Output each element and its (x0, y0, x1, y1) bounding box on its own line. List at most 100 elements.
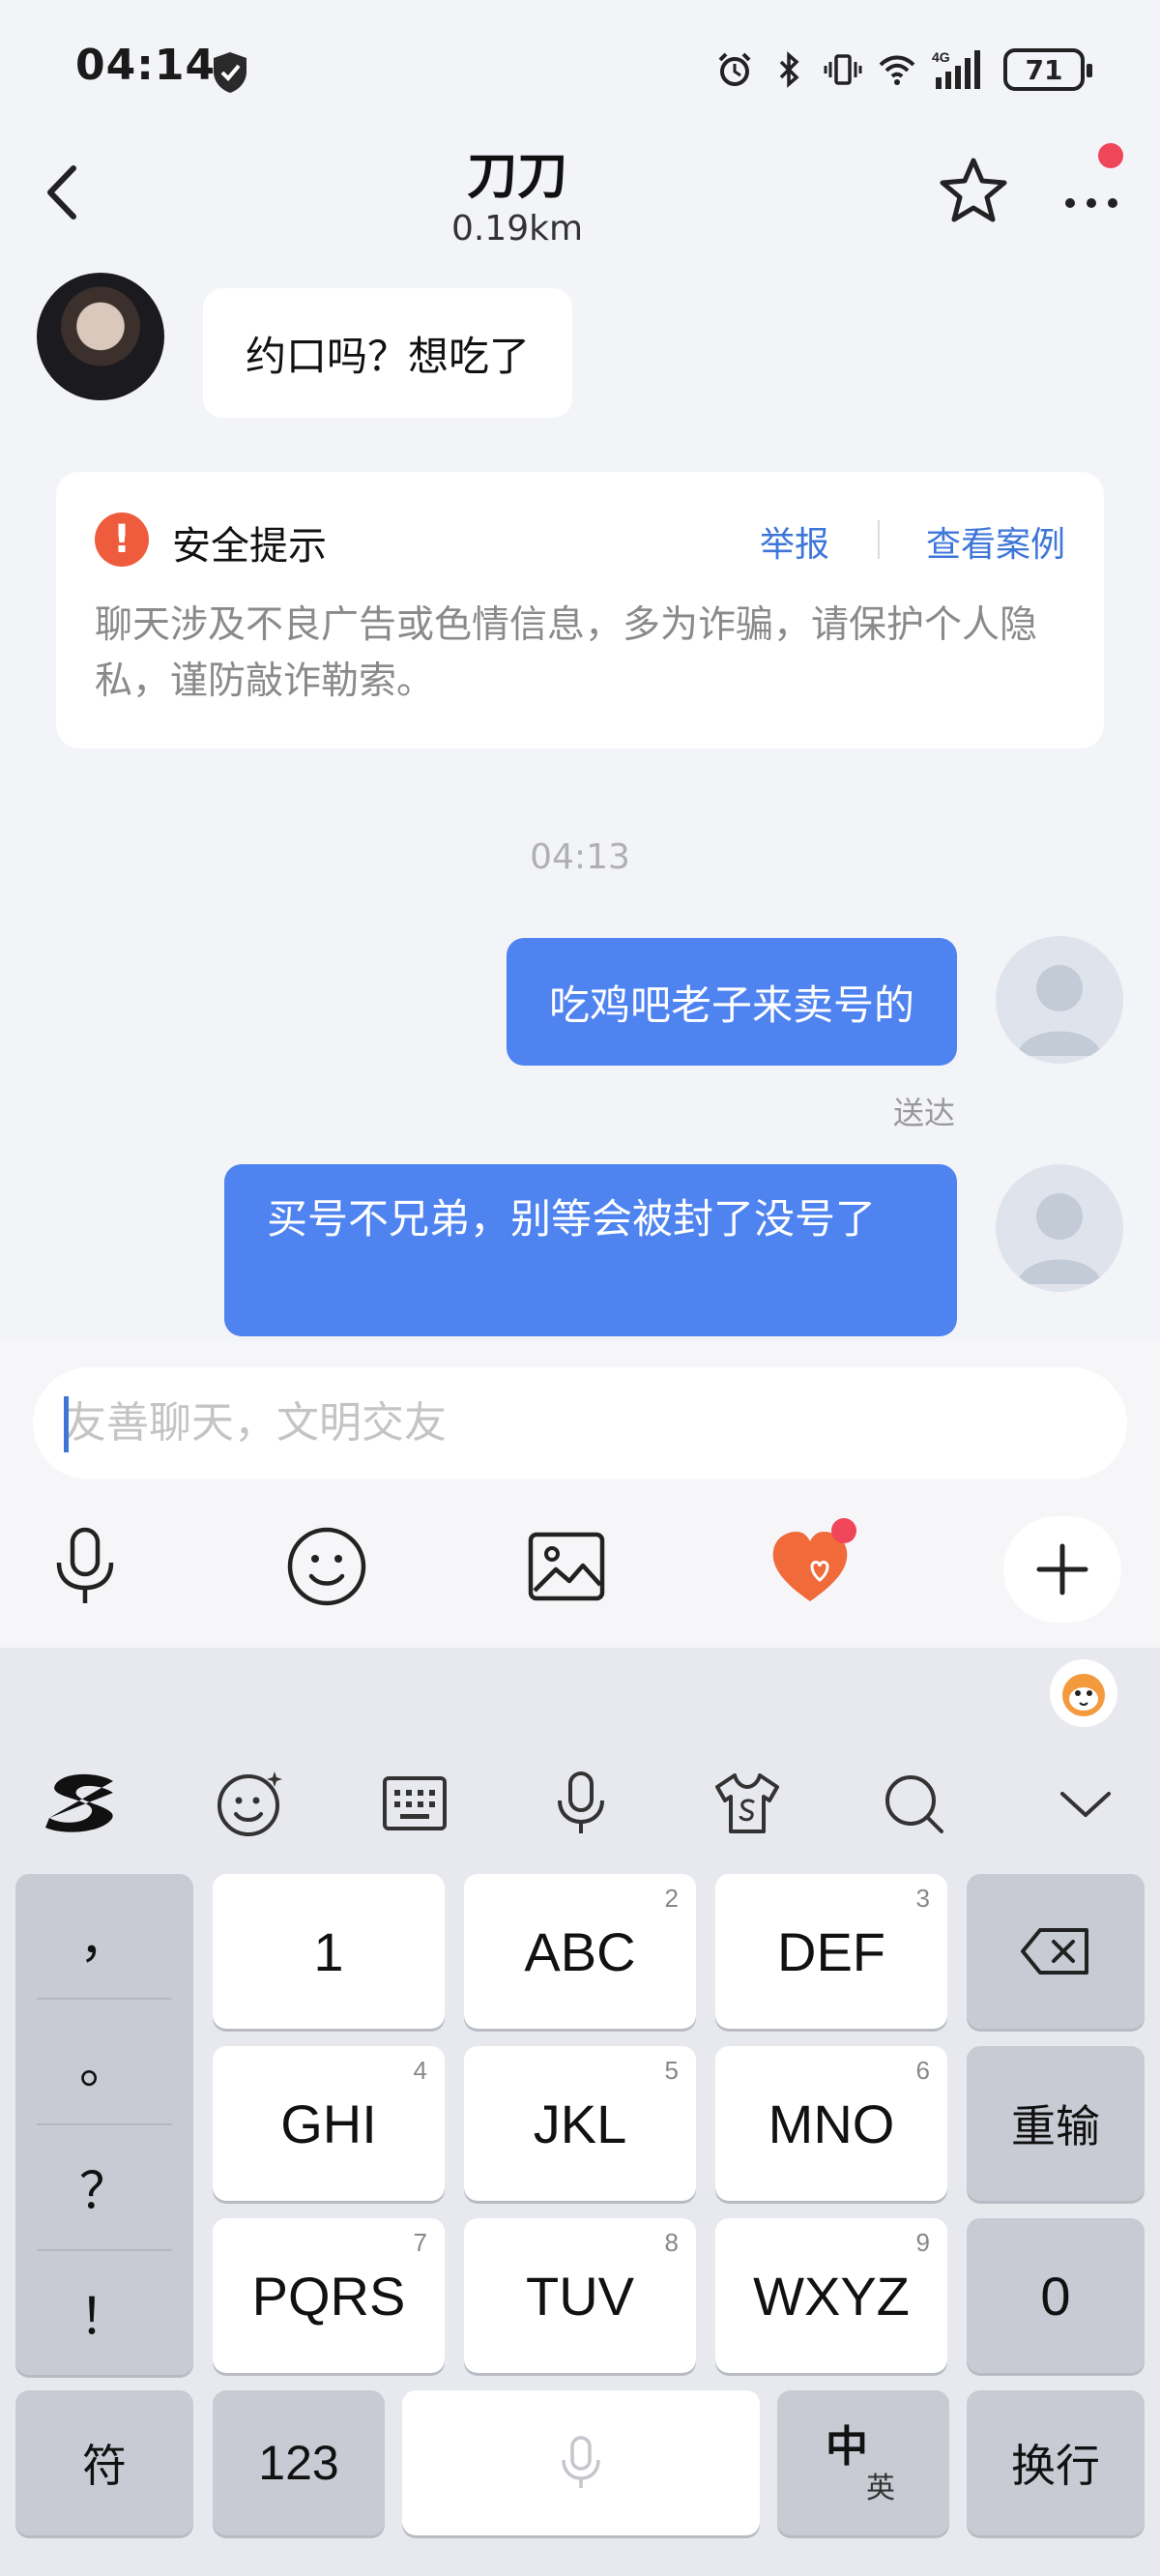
plus-icon (1036, 1543, 1088, 1595)
text-cursor (64, 1396, 69, 1452)
contact-distance: 0.19km (450, 209, 584, 249)
wifi-icon (879, 55, 915, 85)
emoji-sparkle-icon (218, 1771, 282, 1836)
svg-text:4G: 4G (932, 49, 950, 65)
shield-icon (214, 52, 246, 93)
divider (878, 520, 880, 559)
delivery-status: 送达 (892, 1095, 955, 1131)
my-avatar[interactable] (996, 1164, 1123, 1292)
contact-name: 刀刀 (466, 148, 567, 206)
key-wxyz[interactable]: WXYZ 9 (715, 2218, 947, 2373)
message-input-box[interactable] (33, 1367, 1127, 1479)
status-icons: 4G 71 (715, 43, 1092, 97)
my-avatar[interactable] (996, 936, 1123, 1064)
key-tuv[interactable]: TUV 8 (464, 2218, 696, 2373)
microphone-icon (558, 1771, 604, 1833)
key-digit: 2 (664, 1884, 679, 1913)
backspace-icon (1021, 1928, 1088, 1975)
view-cases-link[interactable]: 查看案例 (926, 516, 1065, 567)
key-def[interactable]: DEF 3 (715, 1874, 947, 2029)
key-digit: 5 (664, 2056, 679, 2085)
ime-logo-icon (45, 1773, 113, 1832)
search-icon (885, 1775, 943, 1833)
punctuation-key[interactable]: ！ (15, 2251, 193, 2373)
keyboard-layout-button[interactable] (371, 1760, 458, 1847)
notification-dot (1098, 143, 1123, 168)
language-switch-key[interactable]: 中 英 (777, 2390, 949, 2535)
key-label: TUV (526, 2265, 634, 2327)
key-digit: 6 (915, 2056, 930, 2085)
keyboard-icon (383, 1776, 447, 1830)
key-abc[interactable]: ABC 2 (464, 1874, 696, 2029)
chevron-down-icon (1060, 1792, 1111, 1817)
key-label: 1 (313, 1920, 344, 1982)
signal-icon: 4G (932, 49, 980, 89)
battery-indicator: 71 (1003, 48, 1092, 91)
warning-icon: ! (95, 512, 149, 567)
key-0[interactable]: 0 (967, 2218, 1145, 2373)
more-tools-button[interactable] (1003, 1516, 1121, 1623)
image-icon (528, 1532, 605, 1601)
report-link[interactable]: 举报 (760, 516, 829, 567)
more-options-button[interactable] (1058, 159, 1125, 226)
favorite-star-button[interactable] (938, 155, 1009, 226)
key-label: MNO (768, 2093, 895, 2154)
key-digit: 8 (664, 2228, 679, 2257)
incoming-message-bubble[interactable]: 约口吗？想吃了 (203, 288, 573, 418)
language-main-label: 中 (826, 2423, 868, 2471)
key-pqrs[interactable]: PQRS 7 (213, 2218, 445, 2373)
voice-input-button[interactable] (537, 1760, 624, 1847)
status-time: 04:14 (75, 41, 217, 90)
backspace-key[interactable] (967, 1874, 1145, 2029)
mascot-icon[interactable] (1050, 1659, 1117, 1727)
keyboard: ， 。 ？ ！ 1 ABC 2 DEF 3 GHI 4 JKL 5 MNO 6 重输 PQ… (0, 1648, 1160, 2576)
key-digit: 9 (915, 2228, 930, 2257)
punctuation-key[interactable]: ？ (15, 2125, 193, 2247)
status-bar: 04:14 4G 71 (0, 0, 1160, 135)
safety-notice-title: 安全提示 (172, 524, 327, 569)
language-alt-label: 英 (866, 2473, 895, 2504)
bluetooth-icon (779, 51, 799, 88)
key-digit: 4 (413, 2056, 427, 2085)
reenter-key[interactable]: 重输 (967, 2046, 1145, 2201)
contact-avatar[interactable] (37, 273, 164, 400)
key-ghi[interactable]: GHI 4 (213, 2046, 445, 2201)
key-label: JKL (533, 2093, 627, 2154)
alarm-icon (718, 52, 751, 86)
vibrate-icon (824, 54, 862, 85)
punctuation-key[interactable]: 。 (15, 2000, 193, 2122)
safety-notice-card: ! 安全提示 举报 查看案例 聊天涉及不良广告或色情信息，多为诈骗，请保护个人隐… (56, 472, 1104, 748)
symbols-key[interactable]: 符 (15, 2390, 193, 2535)
outgoing-message-bubble[interactable]: 吃鸡吧老子来卖号的 (506, 938, 957, 1066)
newline-key[interactable]: 换行 (967, 2390, 1145, 2535)
message-input-area (0, 1342, 1160, 1648)
key-digit: 7 (413, 2228, 427, 2257)
key-label: ABC (524, 1920, 636, 1982)
key-label: PQRS (251, 2265, 406, 2327)
search-button[interactable] (870, 1760, 957, 1847)
skin-theme-button[interactable] (704, 1760, 791, 1847)
key-jkl[interactable]: JKL 5 (464, 2046, 696, 2201)
microphone-icon (562, 2436, 600, 2488)
hide-keyboard-button[interactable] (1042, 1760, 1129, 1847)
space-key[interactable] (402, 2390, 760, 2535)
tshirt-icon (715, 1773, 779, 1833)
emoji-button[interactable] (278, 1518, 375, 1615)
numbers-key[interactable]: 123 (213, 2390, 385, 2535)
key-label: DEF (777, 1920, 885, 1982)
key-label: WXYZ (753, 2265, 910, 2327)
keyboard-toolbar (0, 1744, 1160, 1860)
chat-header: 刀刀 0.19km (0, 135, 1160, 271)
ime-logo-button[interactable] (39, 1760, 126, 1847)
punctuation-key[interactable]: ， (15, 1874, 193, 1996)
voice-button[interactable] (37, 1518, 133, 1615)
image-button[interactable] (518, 1518, 615, 1615)
safety-notice-text: 聊天涉及不良广告或色情信息，多为诈骗，请保护个人隐私，谨防敲诈勒索。 (95, 603, 1038, 703)
emoji-keyboard-button[interactable] (207, 1760, 294, 1847)
key-mno[interactable]: MNO 6 (715, 2046, 947, 2201)
message-input[interactable] (64, 1389, 1088, 1456)
outgoing-message-bubble[interactable]: 买号不兄弟，别等会被封了没号了 (224, 1164, 957, 1336)
punctuation-column: ， 。 ？ ！ (15, 1874, 193, 2375)
key-label: GHI (280, 2093, 377, 2154)
key-1[interactable]: 1 (213, 1874, 445, 2029)
